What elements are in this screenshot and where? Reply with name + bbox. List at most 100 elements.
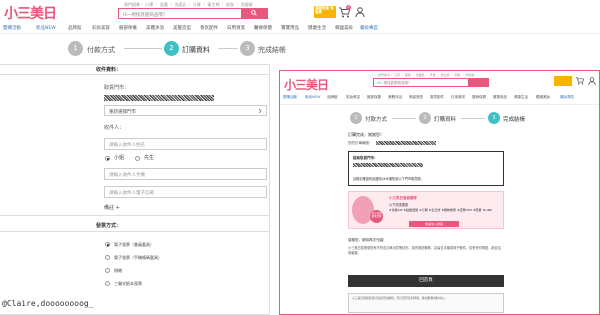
nav-item[interactable]: 臉部保養: [119, 25, 137, 31]
nav-item[interactable]: 臉部保養: [367, 95, 381, 100]
step-2-circle: 2: [419, 112, 431, 124]
divider: [0, 215, 270, 216]
nav-item[interactable]: 日用清潔: [451, 95, 465, 100]
nav-item[interactable]: 健康生活: [514, 95, 528, 100]
nav-item[interactable]: 品牌館: [327, 95, 338, 100]
store-info-box: 超商取貨門市： 請務必確認商品通知LINE通知到以下門市取貨喔。: [348, 151, 504, 186]
store-label: 取貨門市：: [104, 85, 130, 91]
search-placeholder: Hi~想找甚麼商品嗎？: [123, 13, 168, 18]
footer-note-box: 小三美日保留接受訂單與否的權利。若訂單有任何問題，歡迎聯繫客服中心。: [348, 293, 504, 313]
step-1-circle: 1: [68, 41, 83, 56]
free-shipping-badge[interactable]: [554, 76, 572, 86]
user-icon[interactable]: [588, 77, 596, 86]
step-3-label: 完成結帳: [258, 46, 286, 54]
nav-item[interactable]: 美體沐浴: [388, 95, 402, 100]
invoice-option-radio[interactable]: [105, 255, 110, 260]
invoice-option-radio[interactable]: [105, 268, 110, 273]
thanks-text: 訂購完成，謝謝您！: [348, 132, 384, 137]
nav-item[interactable]: 日用清潔: [227, 25, 245, 31]
step-connector: [392, 118, 416, 119]
recipient-section-title: 收件資料：: [96, 67, 122, 73]
nav-item[interactable]: 新品NEW: [305, 95, 320, 100]
redacted-order-number: [376, 141, 436, 145]
nav-divider: [280, 104, 599, 105]
recipient-email-input[interactable]: 請輸入收件人電子信箱: [104, 186, 267, 198]
invoice-option-label: 電子發票（會員載具）: [114, 242, 154, 247]
nav-item[interactable]: 健康生活: [308, 25, 326, 31]
recipient-label: 收件人：: [104, 125, 125, 131]
nav-item[interactable]: 新品NEW: [36, 25, 56, 31]
nav-item[interactable]: 品牌館: [68, 25, 82, 31]
nav-item[interactable]: 雙購活動: [3, 25, 21, 31]
step-2-label: 訂購資料: [434, 117, 457, 123]
contact-title: 感謝您，期待再次光臨！: [348, 238, 387, 242]
step-2-circle: 2: [164, 41, 179, 56]
redacted-store-info: [104, 95, 214, 101]
cart-icon[interactable]: [575, 77, 584, 85]
member-banner[interactable]: 官方會員 優惠活動 小三美日會員獨享 以下好康優惠 ★會員VIP ★點數回饋 ★…: [348, 191, 504, 229]
step-2-label: 訂購資料: [182, 46, 210, 54]
search-icon: [251, 10, 257, 16]
recipient-name-input[interactable]: 請輸入收件人姓名: [104, 138, 267, 150]
step-3-circle: 3: [240, 41, 255, 56]
search-input[interactable]: Hi~想找甚麼商品嗎？: [118, 8, 268, 19]
invoice-option-radio[interactable]: [105, 281, 110, 286]
gender-male-radio[interactable]: [135, 156, 140, 161]
order-complete-screenshot: 小三美日 熱門搜尋｜ 口罩 ｜ 面膜 ｜ 洗面乳 ｜ 牙膏 ｜ 衛生棉 ｜ 卸妝…: [279, 70, 600, 315]
divider: [0, 231, 270, 232]
nav-item[interactable]: 寶寶用品: [493, 95, 507, 100]
member-subtitle: 以下好康優惠: [389, 203, 409, 207]
nav-item[interactable]: 藥妝專區: [560, 95, 574, 100]
nav-item[interactable]: 醫療保健: [472, 95, 486, 100]
nav-item[interactable]: 香氛配件: [430, 95, 444, 100]
step-1-label: 付款方式: [87, 46, 115, 54]
order-number-label: 您的訂單編號：: [348, 141, 373, 145]
page: 小三美日 熱門搜尋｜ 口罩 ｜ 面膜 ｜ 洗面乳 ｜ 牙膏 ｜ 衛生棉 ｜ 卸妝…: [0, 0, 600, 315]
invoice-option-label: 捐贈: [114, 268, 122, 273]
invoice-option-label: 電子發票（手機條碼載具）: [114, 255, 162, 260]
invoice-option-label: 三聯式紙本發票: [114, 281, 142, 286]
gender-female-label: 小姐: [114, 155, 125, 161]
nav-item[interactable]: 美體沐浴: [146, 25, 164, 31]
cart-count-badge: 0: [346, 5, 351, 10]
step-connector: [461, 118, 485, 119]
invoice-section-title: 發票方式：: [96, 223, 122, 229]
store-title: 超商取貨門市：: [353, 156, 378, 160]
home-button[interactable]: 回首頁: [348, 275, 504, 287]
nav-item[interactable]: 韓國美妝: [536, 95, 550, 100]
nav-item[interactable]: 藥妝專區: [360, 25, 378, 31]
watermark: @Claire,doooooooog_: [2, 299, 94, 308]
nav-item[interactable]: 香氛配件: [200, 25, 218, 31]
nav-item[interactable]: 彩妝美容: [92, 25, 110, 31]
gender-male-label: 先生: [144, 155, 155, 161]
nav-item[interactable]: 美髮造型: [173, 25, 191, 31]
step-connector: [124, 48, 162, 49]
nav-item[interactable]: 韓國美妝: [335, 25, 353, 31]
footer-note: 小三美日保留接受訂單與否的權利。若訂單有任何問題，歡迎聯繫客服中心。: [352, 296, 448, 300]
member-benefits: ★會員VIP ★點數回饋 ★分期 ★生日禮 ★購物優惠 ★直營ATM ★限量 ★…: [389, 208, 492, 212]
free-shipping-badge[interactable]: 滿額免運 免運費: [314, 6, 336, 18]
recipient-phone-input[interactable]: 請輸入收件人手機: [104, 168, 267, 180]
note-toggle[interactable]: 備註 +: [104, 206, 120, 211]
gender-female-radio[interactable]: [105, 156, 110, 161]
nav-item[interactable]: 彩妝美容: [346, 95, 360, 100]
nav-divider: [0, 33, 600, 34]
site-logo[interactable]: 小三美日: [4, 3, 57, 23]
site-logo[interactable]: 小三美日: [284, 76, 329, 93]
nav-item[interactable]: 美髮造型: [409, 95, 423, 100]
nav-item[interactable]: 雙購活動: [283, 95, 297, 100]
reselect-store-button[interactable]: 重新選擇門市: [104, 105, 267, 116]
step-connector: [218, 48, 238, 49]
hot-keywords[interactable]: 熱門搜尋｜ 口罩 ｜ 面膜 ｜ 洗面乳 ｜ 牙膏 ｜ 衛生棉 ｜ 卸妝 ｜ 洗髮…: [378, 73, 474, 77]
search-button[interactable]: [241, 9, 267, 18]
step-1-label: 付款方式: [365, 117, 388, 123]
search-button[interactable]: [468, 79, 488, 86]
member-badge: 官方會員 優惠活動: [370, 210, 383, 223]
join-member-button[interactable]: 快速加入會員: [409, 221, 459, 227]
invoice-option-radio[interactable]: [105, 242, 110, 247]
divider: [0, 74, 270, 75]
nav-item[interactable]: 醫療保健: [254, 25, 272, 31]
nav-item[interactable]: 寶寶用品: [281, 25, 299, 31]
search-input[interactable]: Hi~想找甚麼商品嗎？: [373, 78, 489, 87]
user-icon[interactable]: [355, 7, 365, 18]
